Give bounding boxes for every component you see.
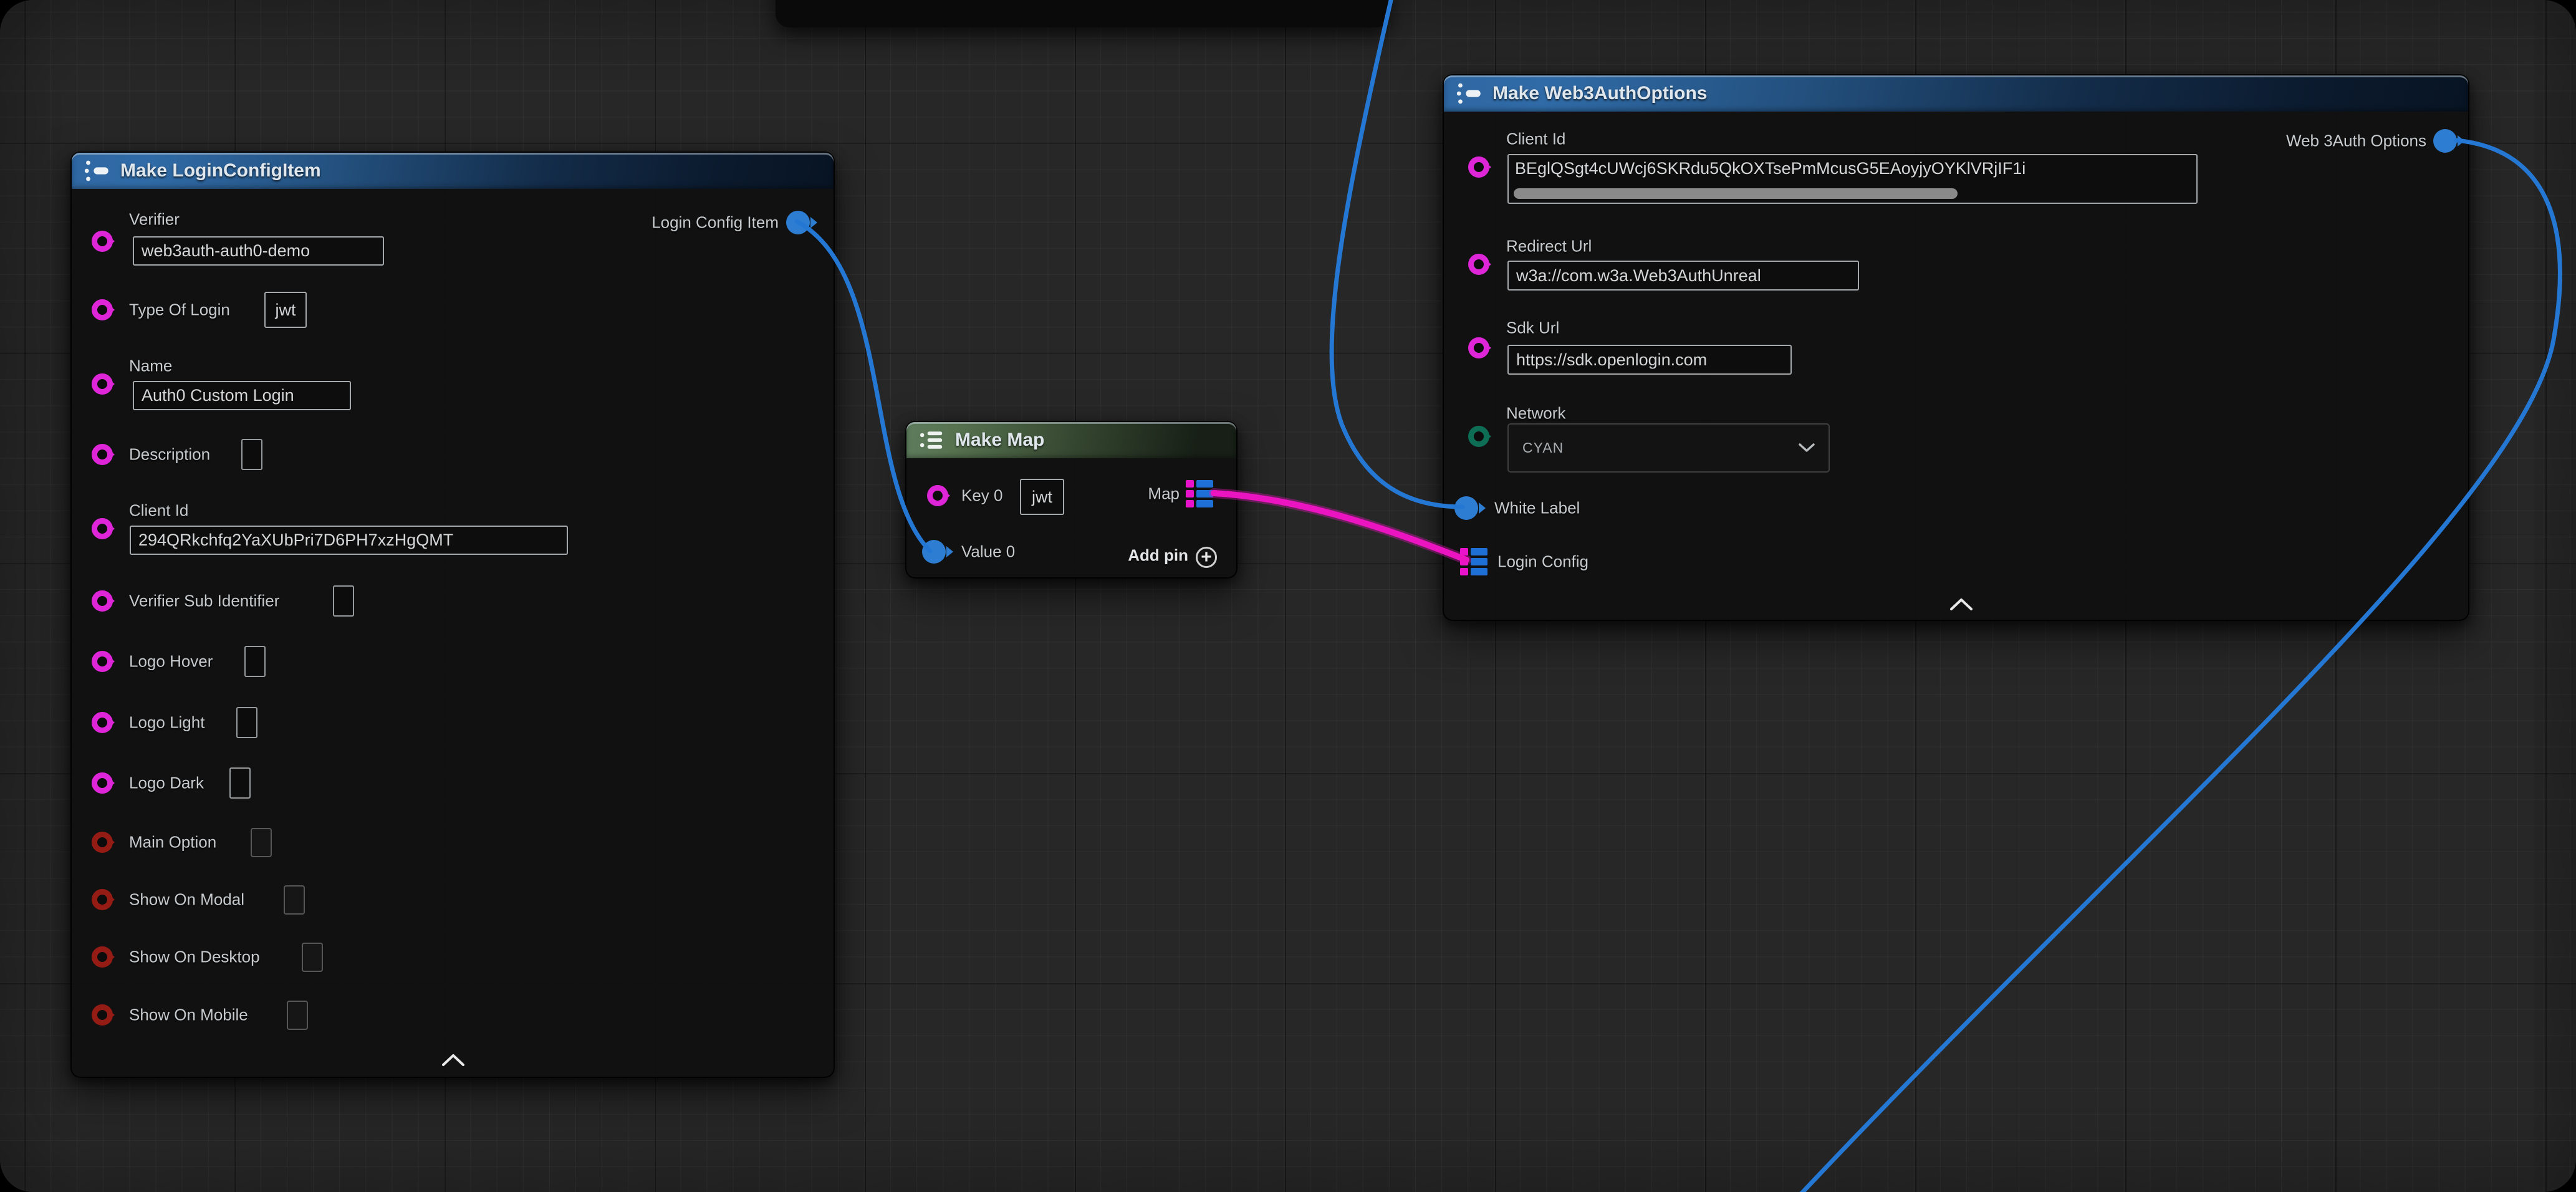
description-input[interactable] [241, 439, 262, 470]
node-title: Make Map [955, 430, 1044, 451]
pin-value-0[interactable] [922, 540, 946, 564]
pin-label-name: Name [129, 357, 172, 376]
verifier-input[interactable]: web3auth-auth0-demo [133, 236, 384, 266]
pin-label-logo-dark: Logo Dark [129, 774, 204, 793]
pin-label-key-0: Key 0 [961, 486, 1003, 506]
logo-dark-input[interactable] [229, 767, 251, 799]
make-struct-icon [84, 158, 110, 184]
verifier-sub-identifier-input[interactable] [333, 585, 354, 617]
pin-white-label[interactable] [1454, 496, 1478, 520]
add-pin-label: Add pin [1128, 546, 1188, 565]
network-selected-value: CYAN [1522, 440, 1564, 456]
pin-logo-light[interactable] [92, 712, 113, 733]
pin-label-show-on-modal: Show On Modal [129, 890, 244, 910]
node-make-map[interactable]: Make Map Key 0 jwt Value 0 Map Add pin + [905, 421, 1238, 579]
pin-output-web3auth-options[interactable] [2433, 129, 2457, 153]
output-label-map: Map [1148, 484, 1180, 504]
pin-label-logo-light: Logo Light [129, 713, 204, 733]
output-label-web3auth-options: Web 3Auth Options [2286, 132, 2426, 151]
pin-redirect-url[interactable] [1468, 254, 1489, 275]
pin-label-redirect-url: Redirect Url [1506, 237, 1592, 256]
pin-logo-dark[interactable] [92, 772, 113, 794]
node-header-make-web3authoptions[interactable]: Make Web3AuthOptions [1444, 75, 2468, 112]
client-id-scrollbar[interactable] [1514, 188, 1958, 199]
pin-show-on-modal[interactable] [92, 889, 113, 910]
logo-light-input[interactable] [236, 707, 257, 738]
key-0-input[interactable]: jwt [1020, 479, 1064, 515]
pin-label-client-id: Client Id [129, 501, 188, 521]
output-label-login-config-item: Login Config Item [651, 213, 779, 233]
node-make-web3authoptions[interactable]: Make Web3AuthOptions Web 3Auth Options C… [1443, 74, 2469, 621]
pin-type-of-login[interactable] [92, 299, 113, 320]
wire-map-to-login-config [1214, 493, 1466, 560]
client-id-input[interactable]: BEglQSgt4cUWcj6SKRdu5QkOXTsePmMcusG5EAoy… [1507, 154, 2198, 204]
pin-client-id[interactable] [1468, 156, 1489, 178]
pin-sdk-url[interactable] [1468, 337, 1489, 358]
pin-logo-hover[interactable] [92, 651, 113, 672]
pin-show-on-desktop[interactable] [92, 946, 113, 968]
name-input[interactable]: Auth0 Custom Login [133, 381, 351, 410]
pin-label-value-0: Value 0 [961, 542, 1015, 562]
add-pin-button[interactable]: + [1196, 547, 1217, 568]
blueprint-graph-canvas[interactable]: Make LoginConfigItem Login Config Item V… [0, 0, 2576, 1192]
node-make-loginconfigitem[interactable]: Make LoginConfigItem Login Config Item V… [70, 151, 835, 1078]
pin-label-client-id: Client Id [1506, 130, 1565, 149]
pin-label-white-label: White Label [1494, 499, 1580, 518]
make-struct-icon [1456, 80, 1483, 107]
pin-output-login-config-item[interactable] [786, 211, 810, 234]
client-id-input[interactable]: 294QRkchfq2YaXUbPri7D6PH7xzHgQMT [130, 526, 568, 555]
pin-key-0[interactable] [927, 485, 948, 506]
make-map-icon [919, 427, 945, 453]
pin-label-main-option: Main Option [129, 833, 216, 852]
pin-label-show-on-desktop: Show On Desktop [129, 948, 260, 967]
pin-verifier-sub-identifier[interactable] [92, 590, 113, 612]
collapse-node-chevron-icon[interactable] [1949, 597, 1974, 611]
pin-label-login-config: Login Config [1497, 552, 1588, 572]
pin-label-show-on-mobile: Show On Mobile [129, 1006, 248, 1025]
pin-label-type-of-login: Type Of Login [129, 300, 230, 320]
node-title: Make LoginConfigItem [120, 160, 321, 181]
main-option-checkbox[interactable] [251, 828, 272, 857]
sdk-url-input[interactable]: https://sdk.openlogin.com [1507, 345, 1792, 375]
pin-label-sdk-url: Sdk Url [1506, 319, 1559, 338]
pin-output-map[interactable] [1186, 480, 1213, 507]
pin-label-verifier-sub-identifier: Verifier Sub Identifier [129, 592, 279, 611]
show-on-mobile-checkbox[interactable] [287, 1001, 308, 1030]
pin-show-on-mobile[interactable] [92, 1004, 113, 1026]
logo-hover-input[interactable] [244, 646, 266, 677]
pin-client-id[interactable] [92, 518, 113, 539]
node-header-make-map[interactable]: Make Map [906, 422, 1236, 458]
node-title: Make Web3AuthOptions [1492, 83, 1707, 104]
pin-verifier[interactable] [92, 231, 113, 252]
collapse-node-chevron-icon[interactable] [441, 1053, 466, 1067]
pin-name[interactable] [92, 373, 113, 395]
network-dropdown[interactable]: CYAN [1507, 423, 1830, 473]
show-on-modal-checkbox[interactable] [284, 885, 305, 915]
wire-map-glow [1214, 493, 1466, 560]
offscreen-node-bottom-edge[interactable] [776, 0, 1390, 27]
chevron-down-icon [1799, 443, 1815, 453]
pin-network[interactable] [1468, 426, 1489, 447]
pin-label-description: Description [129, 445, 210, 464]
client-id-value: BEglQSgt4cUWcj6SKRdu5QkOXTsePmMcusG5EAoy… [1515, 159, 2193, 178]
node-header-make-loginconfigitem[interactable]: Make LoginConfigItem [72, 153, 834, 189]
pin-login-config[interactable] [1460, 548, 1487, 575]
type-of-login-input[interactable]: jwt [264, 292, 307, 328]
redirect-url-input[interactable]: w3a://com.w3a.Web3AuthUnreal [1507, 261, 1859, 291]
pin-label-network: Network [1506, 404, 1565, 423]
pin-label-logo-hover: Logo Hover [129, 652, 213, 671]
pin-description[interactable] [92, 444, 113, 465]
show-on-desktop-checkbox[interactable] [302, 943, 323, 972]
pin-main-option[interactable] [92, 832, 113, 853]
pin-label-verifier: Verifier [129, 210, 180, 229]
